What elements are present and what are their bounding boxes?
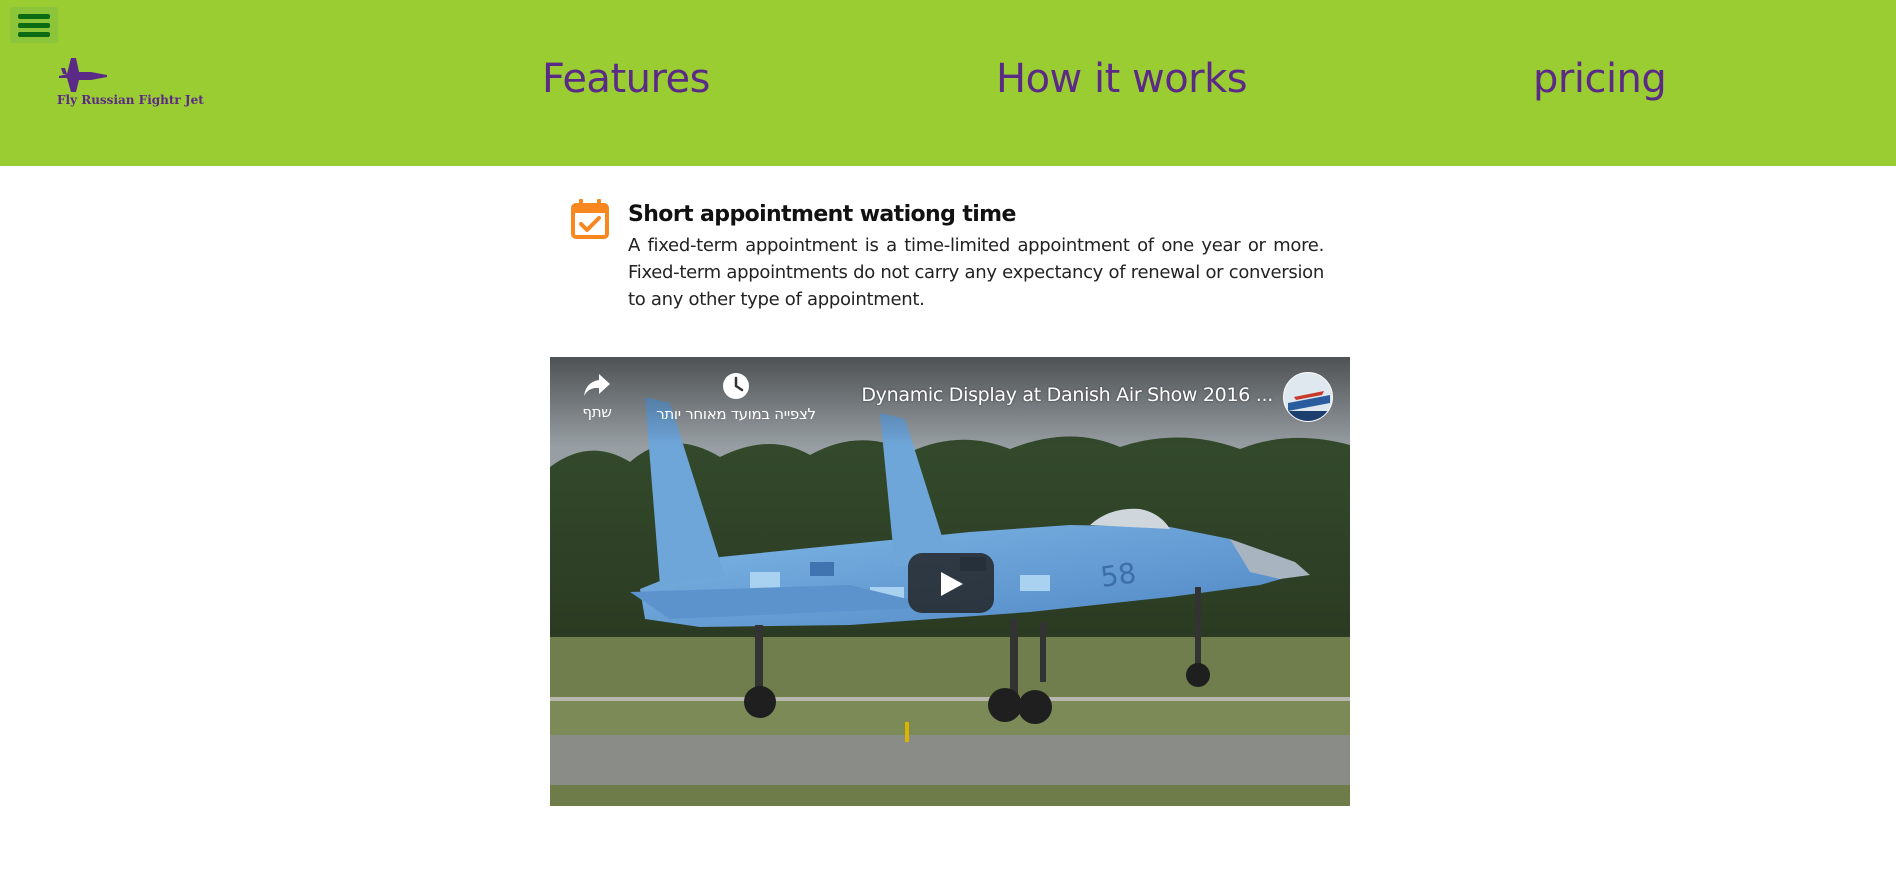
watch-later-button[interactable]: לצפייה במועד מאוחר יותר bbox=[646, 371, 826, 423]
hamburger-icon-bar bbox=[18, 14, 50, 19]
fighter-jet-icon bbox=[59, 58, 107, 92]
hamburger-icon-bar bbox=[18, 23, 50, 28]
share-label: שתף bbox=[582, 403, 612, 421]
clock-icon bbox=[723, 373, 749, 399]
play-icon bbox=[941, 572, 963, 596]
video-title-link[interactable]: Dynamic Display at Danish Air Show 2016 … bbox=[861, 384, 1273, 406]
watch-later-label: לצפייה במועד מאוחר יותר bbox=[656, 405, 816, 423]
feature-description: A fixed-term appointment is a time-limit… bbox=[628, 235, 1324, 310]
hamburger-icon-bar bbox=[18, 32, 50, 37]
play-button[interactable] bbox=[908, 553, 994, 613]
nav-link-pricing[interactable]: pricing bbox=[1533, 56, 1667, 102]
brand-name: Fly Russian Fightr Jet bbox=[57, 93, 204, 107]
channel-avatar[interactable] bbox=[1283, 372, 1333, 422]
site-header: Fly Russian Fightr Jet Features How it w… bbox=[0, 0, 1896, 166]
share-icon bbox=[584, 374, 610, 396]
video-player[interactable]: 58 שתף לצפייה במועד מאוחר יותר Dynamic D… bbox=[550, 357, 1350, 806]
nav-link-how-it-works[interactable]: How it works bbox=[996, 56, 1248, 102]
hamburger-menu-button[interactable] bbox=[10, 7, 58, 43]
share-button[interactable]: שתף bbox=[577, 371, 617, 421]
feature-item: Short appointment wationg time A fixed-t… bbox=[570, 196, 1330, 316]
svg-text:58: 58 bbox=[1098, 556, 1138, 594]
nav-link-features[interactable]: Features bbox=[542, 56, 711, 102]
brand-logo-link[interactable]: Fly Russian Fightr Jet bbox=[57, 56, 207, 114]
calendar-check-icon bbox=[571, 199, 609, 239]
airshow-logo-icon bbox=[1284, 373, 1332, 421]
feature-title: Short appointment wationg time bbox=[628, 202, 1016, 227]
